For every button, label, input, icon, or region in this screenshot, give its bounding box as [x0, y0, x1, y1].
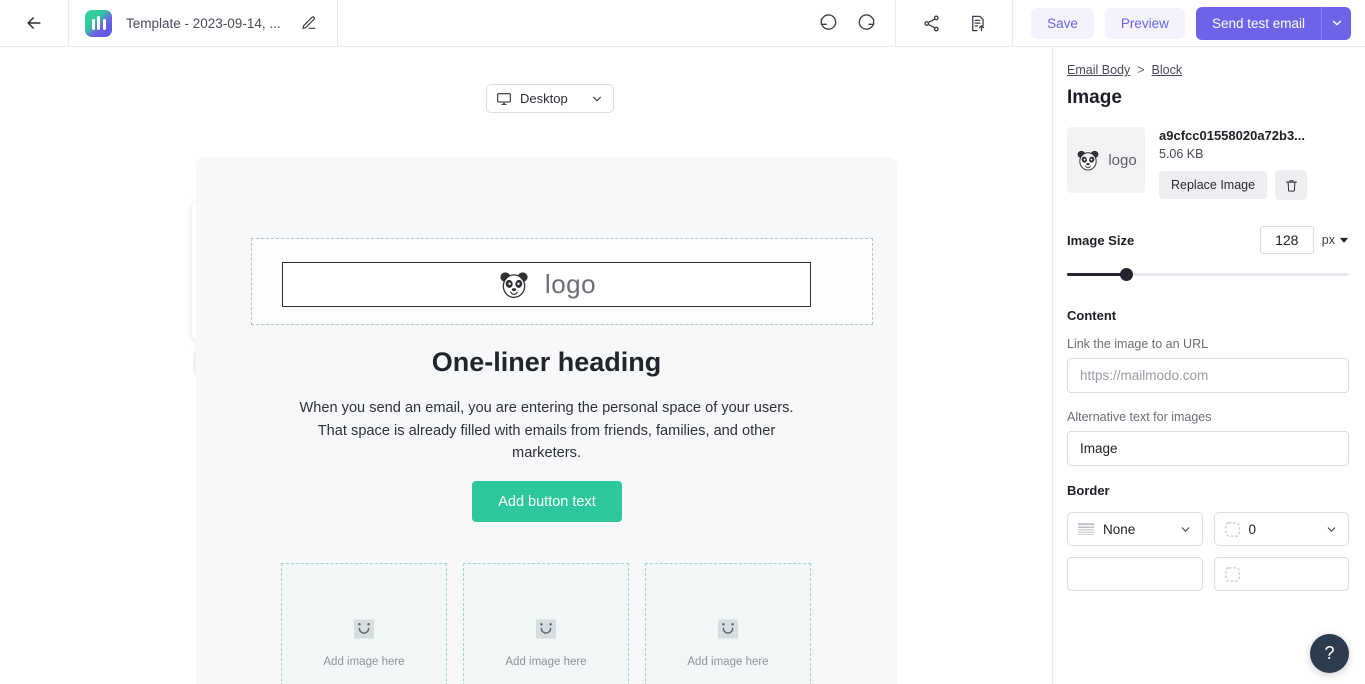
image-url-input[interactable] — [1067, 358, 1349, 393]
preview-button[interactable]: Preview — [1104, 7, 1185, 39]
redo-icon — [857, 13, 876, 33]
template-name: Template - 2023-09-14, ... — [126, 15, 281, 31]
email-body-canvas: logo One-liner heading When you send an … — [196, 157, 897, 684]
image-size-label: Image Size — [1067, 232, 1135, 248]
arrow-left-icon — [24, 13, 44, 33]
back-button[interactable] — [0, 0, 68, 46]
replace-image-button[interactable]: Replace Image — [1159, 171, 1268, 199]
image-placeholder-icon — [353, 617, 375, 641]
properties-sidebar: Email Body > Block Image logo a9cfcc0155… — [1052, 47, 1365, 684]
email-cta-button[interactable]: Add button text — [472, 481, 622, 522]
image-file-name: a9cfcc01558020a72b3... — [1159, 128, 1306, 143]
share-button[interactable] — [918, 10, 944, 36]
slider-fill — [1067, 273, 1127, 276]
redo-button[interactable] — [853, 10, 879, 36]
image-size-slider[interactable] — [1067, 266, 1349, 282]
email-logo-image[interactable]: logo — [282, 262, 811, 307]
send-test-email-button[interactable]: Send test email — [1195, 6, 1321, 40]
image-file-row: logo a9cfcc01558020a72b3... 5.06 KB Repl… — [1067, 127, 1349, 200]
panda-logo-icon — [497, 270, 531, 300]
share-controls — [896, 0, 1014, 46]
alt-text-field-label: Alternative text for images — [1067, 410, 1212, 424]
email-logo-text: logo — [544, 269, 597, 299]
chevron-down-icon — [590, 92, 604, 106]
image-placeholder-2[interactable]: Add image here — [463, 563, 629, 684]
image-size-input[interactable] — [1259, 226, 1314, 254]
image-thumbnail-text: logo — [1108, 151, 1137, 169]
editor-canvas-area: Desktop logo One-liner heading When you … — [0, 47, 1052, 684]
image-size-control: px — [1259, 226, 1349, 254]
chevron-down-icon — [1330, 16, 1344, 30]
help-button[interactable]: ? — [1310, 634, 1349, 673]
border-radius-value: 0 — [1248, 521, 1257, 537]
image-size-unit-label: px — [1321, 233, 1335, 247]
image-file-size: 5.06 KB — [1159, 147, 1204, 161]
share-icon — [922, 14, 941, 33]
border-style-select[interactable]: None — [1067, 512, 1203, 546]
image-placeholder-1[interactable]: Add image here — [281, 563, 447, 684]
undo-icon — [819, 13, 838, 33]
undo-button[interactable] — [815, 10, 841, 36]
image-placeholder-label: Add image here — [505, 655, 587, 668]
border-width-select[interactable] — [1213, 557, 1349, 591]
mailmodo-logo-icon — [85, 9, 112, 37]
delete-image-button[interactable] — [1275, 170, 1308, 200]
caret-down-icon — [1339, 235, 1349, 245]
border-color-select[interactable] — [1067, 557, 1203, 591]
image-placeholder-label: Add image here — [323, 655, 405, 668]
border-radius-select[interactable]: 0 — [1213, 512, 1349, 546]
email-paragraph[interactable]: When you send an email, you are entering… — [284, 397, 809, 465]
history-controls — [815, 0, 897, 46]
border-controls-row: None 0 — [1067, 512, 1349, 546]
chevron-down-icon — [1325, 523, 1338, 536]
breadcrumb-email-body[interactable]: Email Body — [1067, 63, 1130, 77]
trash-icon — [1284, 178, 1299, 193]
panda-logo-icon — [1075, 149, 1101, 172]
primary-actions: Save Preview Send test email — [1013, 6, 1365, 40]
desktop-monitor-icon — [496, 91, 512, 107]
send-test-email-group: Send test email — [1195, 6, 1351, 40]
image-placeholder-icon — [717, 617, 739, 641]
image-size-unit-select[interactable]: px — [1322, 233, 1349, 247]
border-style-value: None — [1103, 521, 1136, 537]
alt-text-input[interactable] — [1067, 431, 1349, 466]
border-radius-icon — [1224, 521, 1240, 537]
image-size-row: Image Size px — [1067, 226, 1349, 254]
email-content: logo One-liner heading When you send an … — [196, 157, 897, 684]
device-preview-select[interactable]: Desktop — [486, 84, 614, 113]
image-placeholder-label: Add image here — [687, 655, 769, 668]
export-button[interactable] — [964, 10, 990, 36]
device-select-label: Desktop — [520, 91, 568, 106]
border-style-icon — [1078, 522, 1094, 536]
chevron-down-icon — [1179, 523, 1192, 536]
image-placeholder-3[interactable]: Add image here — [645, 563, 811, 684]
image-placeholder-row: Add image here Add image here Add image … — [281, 563, 813, 684]
template-title-group: Template - 2023-09-14, ... — [68, 0, 338, 46]
email-heading[interactable]: One-liner heading — [196, 347, 897, 378]
breadcrumb-block[interactable]: Block — [1152, 63, 1183, 77]
image-file-actions: Replace Image — [1159, 170, 1349, 200]
breadcrumb-separator: > — [1137, 63, 1145, 77]
top-toolbar: Template - 2023-09-14, ... Save Preview … — [0, 0, 1365, 47]
border-controls-row-secondary — [1067, 557, 1349, 591]
save-button[interactable]: Save — [1031, 7, 1094, 39]
pencil-icon[interactable] — [301, 15, 317, 31]
content-section-title: Content — [1067, 308, 1117, 323]
image-thumbnail: logo — [1067, 127, 1145, 193]
breadcrumb: Email Body > Block — [1067, 63, 1349, 77]
url-field-label: Link the image to an URL — [1067, 337, 1209, 351]
export-document-icon — [968, 14, 987, 33]
border-radius-icon — [1224, 566, 1240, 582]
slider-handle[interactable] — [1120, 268, 1134, 281]
image-placeholder-icon — [535, 617, 557, 641]
image-file-meta: a9cfcc01558020a72b3... 5.06 KB Replace I… — [1159, 127, 1349, 200]
panel-title: Image — [1067, 87, 1122, 108]
border-section-title: Border — [1067, 483, 1110, 498]
send-test-email-dropdown-button[interactable] — [1321, 6, 1351, 40]
